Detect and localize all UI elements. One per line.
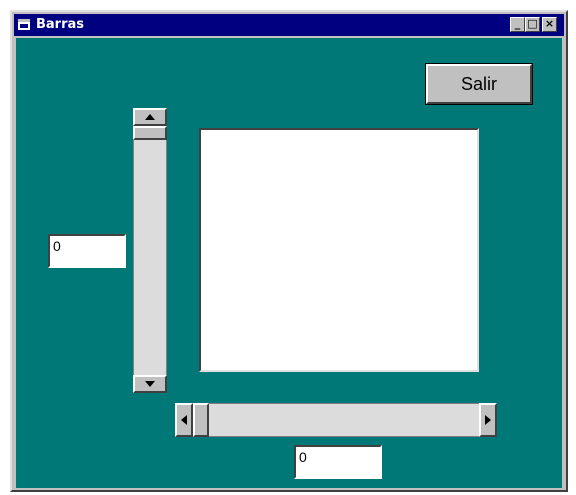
arrow-left-icon xyxy=(181,415,187,425)
horizontal-scroll-track[interactable] xyxy=(175,403,497,437)
horizontal-value-text: 0 xyxy=(299,449,307,465)
minimize-icon: _ xyxy=(514,17,521,30)
arrow-down-icon xyxy=(145,381,155,387)
title-bar[interactable]: Barras _ □ × xyxy=(14,14,564,36)
window-title: Barras xyxy=(36,17,85,32)
scroll-down-button[interactable] xyxy=(133,375,167,393)
maximize-icon: □ xyxy=(527,17,538,30)
vertical-scroll-thumb[interactable] xyxy=(133,126,167,140)
horizontal-scroll-thumb[interactable] xyxy=(193,403,209,437)
close-icon: × xyxy=(544,17,555,30)
app-window: Barras _ □ × Salir 0 0 xyxy=(10,10,568,492)
vertical-value-text: 0 xyxy=(53,238,61,254)
drawing-area xyxy=(199,128,479,372)
maximize-button[interactable]: □ xyxy=(525,17,540,32)
close-button[interactable]: × xyxy=(542,17,557,32)
scroll-up-button[interactable] xyxy=(133,108,167,126)
vertical-scroll-track[interactable] xyxy=(133,108,167,393)
minimize-button[interactable]: _ xyxy=(510,17,525,32)
arrow-right-icon xyxy=(485,415,491,425)
arrow-up-icon xyxy=(145,114,155,120)
horizontal-value-textbox[interactable]: 0 xyxy=(294,445,382,479)
scroll-left-button[interactable] xyxy=(175,403,193,437)
scroll-right-button[interactable] xyxy=(479,403,497,437)
app-window-icon xyxy=(18,19,30,30)
form-client-area: Salir 0 0 xyxy=(16,38,562,488)
exit-button-label: Salir xyxy=(460,73,497,94)
vertical-value-textbox[interactable]: 0 xyxy=(48,234,126,268)
exit-button[interactable]: Salir xyxy=(425,63,533,105)
